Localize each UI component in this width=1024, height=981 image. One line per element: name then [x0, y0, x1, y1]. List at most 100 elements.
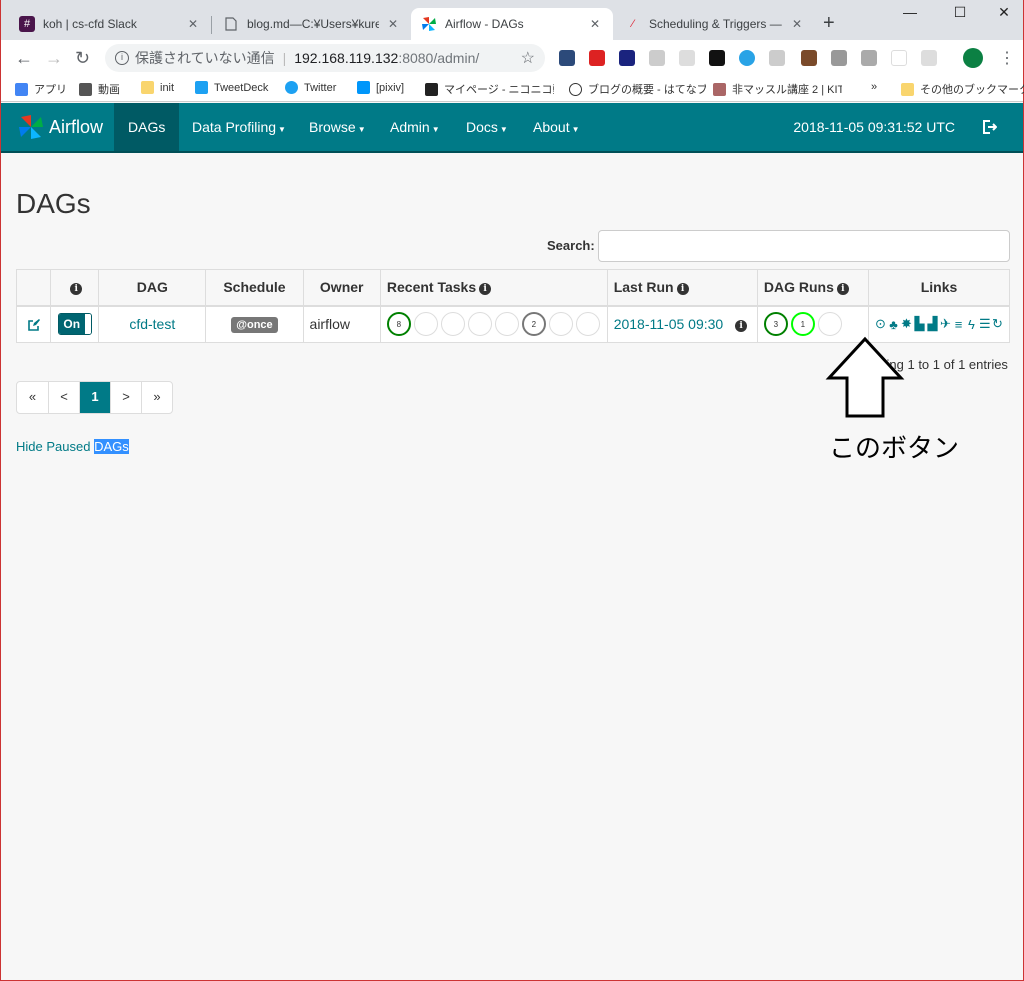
profile-avatar[interactable]: [963, 48, 983, 68]
refresh-icon[interactable]: ↻: [992, 316, 1003, 332]
nav-browse[interactable]: Browse ▼: [295, 103, 380, 151]
info-icon[interactable]: i: [479, 283, 492, 296]
edit-cell: [15, 305, 52, 343]
extension-icon[interactable]: [861, 50, 877, 66]
extension-icon[interactable]: [831, 50, 847, 66]
dag-pause-toggle[interactable]: On: [57, 313, 92, 336]
maximize-icon[interactable]: ☐: [937, 4, 983, 21]
bookmark-muscle[interactable]: 非マッスル講座 2 | KIT: [713, 81, 842, 97]
bookmark-pixiv[interactable]: [pixiv]: [357, 81, 404, 94]
slack-hash-icon: #: [19, 16, 35, 32]
info-icon[interactable]: i: [115, 51, 129, 65]
edit-icon[interactable]: [27, 318, 41, 332]
pager-page-1[interactable]: 1: [79, 382, 110, 413]
close-icon[interactable]: ✕: [789, 17, 805, 31]
status-circle[interactable]: [494, 312, 519, 337]
nav-about[interactable]: About ▼: [519, 103, 594, 151]
extension-icon[interactable]: [649, 50, 665, 66]
task-duration-icon[interactable]: ▙: [914, 316, 925, 332]
extension-icon[interactable]: [709, 50, 725, 66]
pager-first[interactable]: «: [17, 382, 48, 413]
last-run-link[interactable]: 2018-11-05 09:30: [614, 316, 724, 332]
info-icon[interactable]: i: [836, 283, 849, 296]
extension-icon[interactable]: [559, 50, 575, 66]
pager-prev[interactable]: <: [48, 382, 79, 413]
status-circle[interactable]: 2: [521, 312, 546, 337]
extension-icon[interactable]: [921, 50, 937, 66]
extension-icon[interactable]: [679, 50, 695, 66]
bookmark-apps[interactable]: アプリ: [15, 81, 67, 97]
close-icon[interactable]: ✕: [587, 17, 603, 31]
minimize-icon[interactable]: —: [887, 4, 933, 20]
page-title: DAGs: [16, 188, 91, 219]
header-edit: [15, 269, 52, 307]
back-arrow-icon[interactable]: ←: [15, 48, 33, 69]
browser-tab-blog[interactable]: blog.md—C:¥Users¥kurenai ✕: [213, 8, 411, 40]
pager-last[interactable]: »: [141, 382, 172, 413]
status-circle[interactable]: [548, 312, 573, 337]
info-icon[interactable]: i: [735, 320, 748, 333]
dag-link[interactable]: cfd-test: [129, 316, 175, 332]
airflow-brand[interactable]: Airflow: [17, 113, 103, 141]
logs-icon[interactable]: ☰: [979, 316, 991, 332]
info-icon[interactable]: i: [70, 283, 83, 296]
bookmark-video[interactable]: 動画: [79, 81, 120, 97]
hide-paused-link[interactable]: Hide Paused DAGs: [16, 439, 129, 454]
browser-tab-strip: # koh | cs-cfd Slack ✕ blog.md—C:¥Users¥…: [1, 0, 1023, 40]
bookmark-init[interactable]: init: [141, 81, 174, 94]
window-close-icon[interactable]: ✕: [981, 4, 1024, 21]
tree-view-icon[interactable]: ♣: [888, 317, 899, 332]
bookmark-twitter[interactable]: Twitter: [285, 81, 336, 94]
nav-docs[interactable]: Docs ▼: [452, 103, 522, 151]
reload-icon[interactable]: ↻: [75, 48, 90, 69]
bookmark-other[interactable]: その他のブックマーク: [901, 81, 1024, 97]
code-view-icon[interactable]: ϟ: [966, 317, 977, 332]
new-tab-button[interactable]: +: [823, 12, 835, 35]
menu-kebab-icon[interactable]: ⋮: [999, 48, 1015, 68]
close-icon[interactable]: ✕: [385, 17, 401, 31]
browser-tab-airflow[interactable]: Airflow - DAGs ✕: [411, 8, 613, 40]
bookmark-niconico[interactable]: マイページ - ニコニコ動画: [425, 81, 554, 97]
status-circle[interactable]: 1: [790, 312, 815, 337]
gantt-icon[interactable]: ≡: [953, 317, 964, 332]
extension-icon[interactable]: [769, 50, 785, 66]
bookmarks-overflow[interactable]: »: [871, 81, 877, 93]
header-schedule[interactable]: Schedule: [205, 269, 304, 307]
browser-tab-scheduling[interactable]: ⁄ Scheduling & Triggers — Ai ✕: [615, 8, 815, 40]
search-input[interactable]: [598, 230, 1010, 262]
nav-admin[interactable]: Admin ▼: [376, 103, 454, 151]
bookmark-star-icon[interactable]: ☆: [521, 48, 535, 68]
status-circle[interactable]: [440, 312, 465, 337]
forward-arrow-icon[interactable]: →: [45, 48, 63, 69]
status-circle[interactable]: [575, 312, 600, 337]
extension-icon[interactable]: [619, 50, 635, 66]
status-circle[interactable]: [413, 312, 438, 337]
status-circle[interactable]: [817, 312, 842, 337]
nav-dags[interactable]: DAGs: [114, 103, 180, 151]
hatena-icon: [569, 82, 582, 96]
task-tries-icon[interactable]: ▟: [927, 316, 938, 332]
extension-icon[interactable]: [739, 50, 755, 66]
header-owner[interactable]: Owner: [302, 269, 381, 307]
pager-next[interactable]: >: [110, 382, 141, 413]
address-bar[interactable]: i 保護されていない通信 | 192.168.119.132 :8080/adm…: [105, 44, 545, 72]
header-dag[interactable]: DAG: [98, 269, 207, 307]
landing-times-icon[interactable]: ✈: [940, 316, 951, 332]
extension-icon[interactable]: [589, 50, 605, 66]
folder-icon: [901, 82, 914, 96]
bookmark-tweetdeck[interactable]: TweetDeck: [195, 81, 268, 94]
graph-view-icon[interactable]: ✸: [901, 316, 912, 332]
extension-icon[interactable]: [891, 50, 907, 66]
bookmark-hatena[interactable]: ブログの概要 - はてなブ: [569, 81, 706, 97]
close-icon[interactable]: ✕: [185, 17, 201, 31]
extension-icon[interactable]: [801, 50, 817, 66]
trigger-dag-icon[interactable]: ⊙: [875, 316, 886, 332]
table-header-row: i DAG Schedule Owner Recent Tasks i Last …: [15, 269, 1010, 307]
logout-icon[interactable]: [981, 119, 997, 135]
status-circle[interactable]: 8: [386, 312, 411, 337]
nav-data-profiling[interactable]: Data Profiling ▼: [178, 103, 300, 151]
info-icon[interactable]: i: [676, 283, 689, 296]
status-circle[interactable]: [467, 312, 492, 337]
status-circle[interactable]: 3: [763, 312, 788, 337]
browser-tab-slack[interactable]: # koh | cs-cfd Slack ✕: [9, 8, 211, 40]
